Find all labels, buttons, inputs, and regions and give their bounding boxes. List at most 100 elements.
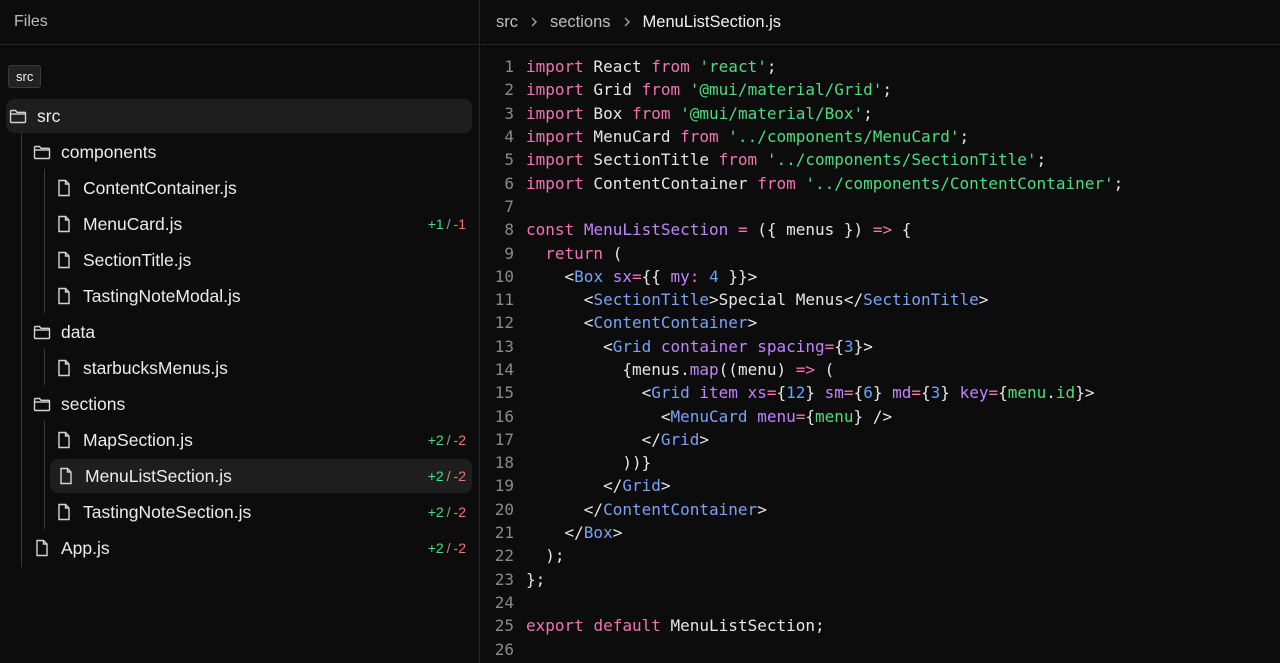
code-line: 10 <Box sx={{ my: 4 }}> [481,265,1280,288]
code-area[interactable]: 1 import React from 'react'; 2 import Grid … [481,55,1280,661]
line-number: 6 [504,173,514,193]
code-line: 21 </Box> [481,521,1280,544]
file-item-menulistsection-js[interactable]: MenuListSection.js +2/-2 [50,459,472,493]
tree-item-label: components [61,141,157,162]
sidebar-title: Files [0,0,479,45]
lines-removed: -2 [453,432,466,448]
code-text: <Grid container spacing={3}> [526,336,873,356]
file-item-app-js[interactable]: App.js +2/-2 [32,531,472,565]
breadcrumb-item[interactable]: src [496,13,518,32]
breadcrumb-item[interactable]: sections [550,13,611,32]
lines-removed: -2 [453,468,466,484]
folder-icon [32,142,52,162]
code-line: 20 </ContentContainer> [481,498,1280,521]
code-text: import ContentContainer from '../compone… [526,173,1124,193]
indent-guide [44,421,45,529]
line-number: 15 [494,383,514,403]
code-line: 23}; [481,568,1280,591]
tree-item-label: TastingNoteModal.js [83,285,241,306]
folder-item-sections[interactable]: sections [32,387,472,421]
file-icon [54,214,74,234]
chevron-right-icon [621,16,633,28]
code-editor: src sections MenuListSection.js 1 import Re… [481,0,1280,663]
file-icon [54,430,74,450]
indent-guide [44,349,45,385]
code-text: import MenuCard from '../components/Menu… [526,127,970,147]
tree-item-label: MenuListSection.js [85,465,232,486]
tree-item-label: MenuCard.js [83,213,183,234]
file-item-tastingnotesection-js[interactable]: TastingNoteSection.js +2/-2 [54,495,472,529]
file-icon [54,250,74,270]
code-line: 8 const MenuListSection = ({ menus }) => … [481,218,1280,241]
code-line: 15 <Grid item xs={12} sm={6} md={3} key=… [481,381,1280,404]
code-text: import React from 'react'; [526,57,777,77]
tree-item-label: ContentContainer.js [83,177,237,198]
folder-item-src[interactable]: src [6,99,472,133]
line-number: 7 [504,196,514,216]
breadcrumb-item[interactable]: MenuListSection.js [643,13,782,32]
tree-item-label: App.js [61,537,110,558]
chevron-right-icon [528,16,540,28]
line-number: 21 [494,523,514,543]
code-text: import SectionTitle from '../components/… [526,150,1047,170]
line-number: 10 [494,266,514,286]
code-text: import Grid from '@mui/material/Grid'; [526,80,893,100]
code-line: 4 import MenuCard from '../components/Men… [481,125,1280,148]
file-item-mapsection-js[interactable]: MapSection.js +2/-2 [54,423,472,457]
line-number: 16 [494,406,514,426]
file-item-menucard-js[interactable]: MenuCard.js +1/-1 [54,207,472,241]
tooltip: src [8,65,42,88]
code-text: </Grid> [526,476,671,496]
code-line: 11 <SectionTitle>Special Menus</SectionT… [481,288,1280,311]
diff-stats: +2/-2 [428,468,466,484]
code-text: <ContentContainer> [526,313,758,333]
code-line: 17 </Grid> [481,428,1280,451]
file-icon [54,286,74,306]
line-number: 12 [494,313,514,333]
diff-stats: +2/-2 [428,432,466,448]
code-text: export default MenuListSection; [526,616,825,636]
code-line: 2 import Grid from '@mui/material/Grid'; [481,78,1280,101]
file-icon [56,466,76,486]
file-item-tastingnotemodal-js[interactable]: TastingNoteModal.js [54,279,472,313]
line-number: 24 [494,592,514,612]
line-number: 25 [494,616,514,636]
tree-item-label: sections [61,393,126,414]
code-text: const MenuListSection = ({ menus }) => { [526,220,912,240]
line-number: 3 [504,103,514,123]
line-number: 22 [494,546,514,566]
diff-separator: / [446,432,451,448]
code-line: 3 import Box from '@mui/material/Box'; [481,102,1280,125]
folder-icon [8,106,28,126]
code-line: 19 </Grid> [481,474,1280,497]
lines-removed: -1 [453,216,466,232]
lines-added: +2 [427,432,444,448]
diff-separator: / [446,540,451,556]
diff-separator: / [446,468,451,484]
code-line: 9 return ( [481,241,1280,264]
file-item-sectiontitle-js[interactable]: SectionTitle.js [54,243,472,277]
lines-added: +2 [427,468,444,484]
line-number: 18 [494,453,514,473]
file-icon [54,178,74,198]
code-text: ); [526,546,565,566]
tree-item-label: MapSection.js [83,429,193,450]
file-item-starbucksmenus-js[interactable]: starbucksMenus.js [54,351,472,385]
tree-item-label: data [61,321,96,342]
code-line: 1 import React from 'react'; [481,55,1280,78]
line-number: 13 [494,336,514,356]
file-explorer-sidebar: Files src components ContentContainer.js Me… [0,0,480,663]
tree-item-label: SectionTitle.js [83,249,192,270]
file-icon [54,358,74,378]
indent-guide [21,133,22,567]
line-number: 23 [494,569,514,589]
folder-item-data[interactable]: data [32,315,472,349]
folder-item-components[interactable]: components [32,135,472,169]
file-item-contentcontainer-js[interactable]: ContentContainer.js [54,171,472,205]
code-line: 22 ); [481,544,1280,567]
line-number: 14 [494,360,514,379]
line-number: 26 [494,639,514,659]
line-number: 17 [494,429,514,449]
line-number: 4 [504,127,514,147]
code-line: 12 <ContentContainer> [481,311,1280,334]
